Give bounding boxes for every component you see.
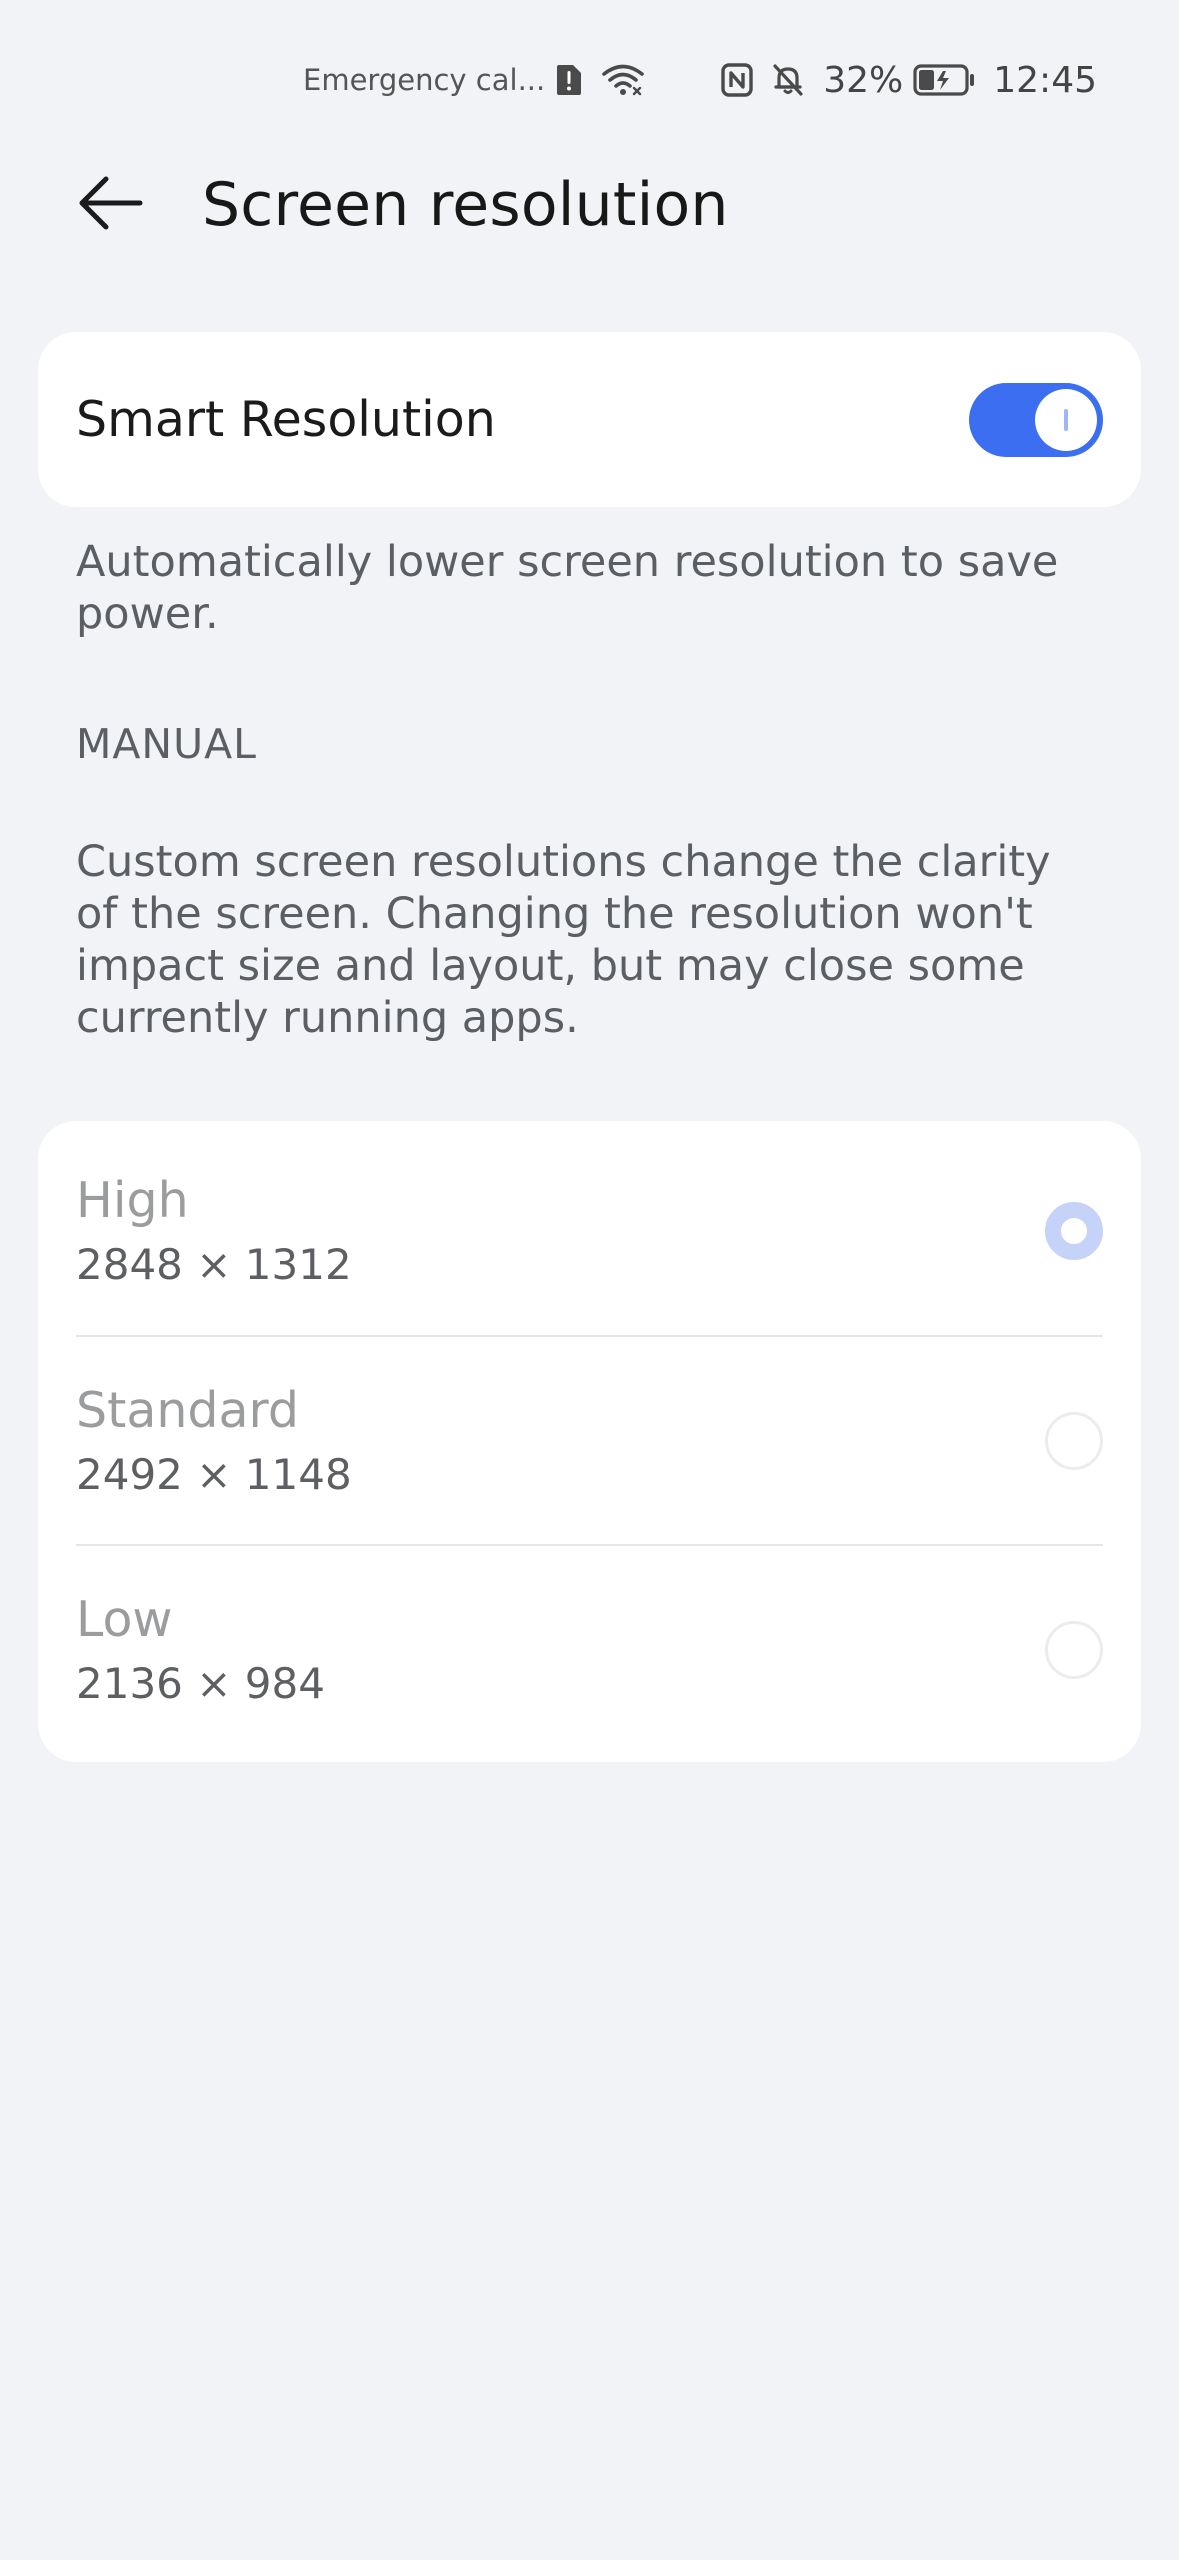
status-time: 12:45: [993, 59, 1097, 101]
smart-resolution-label: Smart Resolution: [76, 391, 496, 448]
resolution-option-standard[interactable]: Standard 2492 × 1148: [76, 1335, 1103, 1544]
nfc-icon: [721, 63, 753, 97]
toggle-on-mark: [1064, 408, 1068, 431]
toggle-knob: [1035, 388, 1097, 451]
manual-description: Custom screen resolutions change the cla…: [76, 837, 1051, 1043]
option-title: Standard: [76, 1381, 299, 1439]
arrow-left-icon: [76, 173, 146, 237]
smart-resolution-toggle[interactable]: [969, 382, 1103, 457]
resolution-options-card: High 2848 × 1312 Standard 2492 × 1148 Lo…: [38, 1121, 1141, 1762]
radio-low[interactable]: [1045, 1620, 1103, 1679]
option-title: High: [76, 1172, 189, 1229]
resolution-option-high[interactable]: High 2848 × 1312: [76, 1121, 1103, 1335]
page-header: Screen resolution: [76, 150, 1103, 260]
option-resolution: 2848 × 1312: [76, 1240, 352, 1289]
option-resolution: 2492 × 1148: [76, 1449, 352, 1499]
sim-alert-icon: [555, 63, 583, 97]
option-title: Low: [76, 1590, 173, 1648]
wifi-icon: [601, 63, 645, 97]
battery-charging-icon: [913, 63, 975, 97]
smart-resolution-card: Smart Resolution: [38, 332, 1141, 507]
option-resolution: 2136 × 984: [76, 1658, 325, 1708]
smart-resolution-description: Automatically lower screen resolution to…: [76, 537, 1059, 639]
back-button[interactable]: [76, 165, 156, 245]
status-carrier: Emergency cal...: [303, 63, 546, 97]
resolution-option-low[interactable]: Low 2136 × 984: [76, 1544, 1103, 1753]
status-bar: Emergency cal... 32% 12:45: [303, 58, 1097, 102]
manual-section-header: MANUAL: [76, 720, 257, 768]
battery-percent: 32%: [823, 59, 904, 101]
page-title: Screen resolution: [202, 170, 729, 240]
radio-standard[interactable]: [1045, 1411, 1103, 1470]
bell-off-icon: [771, 63, 805, 97]
radio-high[interactable]: [1045, 1202, 1103, 1260]
